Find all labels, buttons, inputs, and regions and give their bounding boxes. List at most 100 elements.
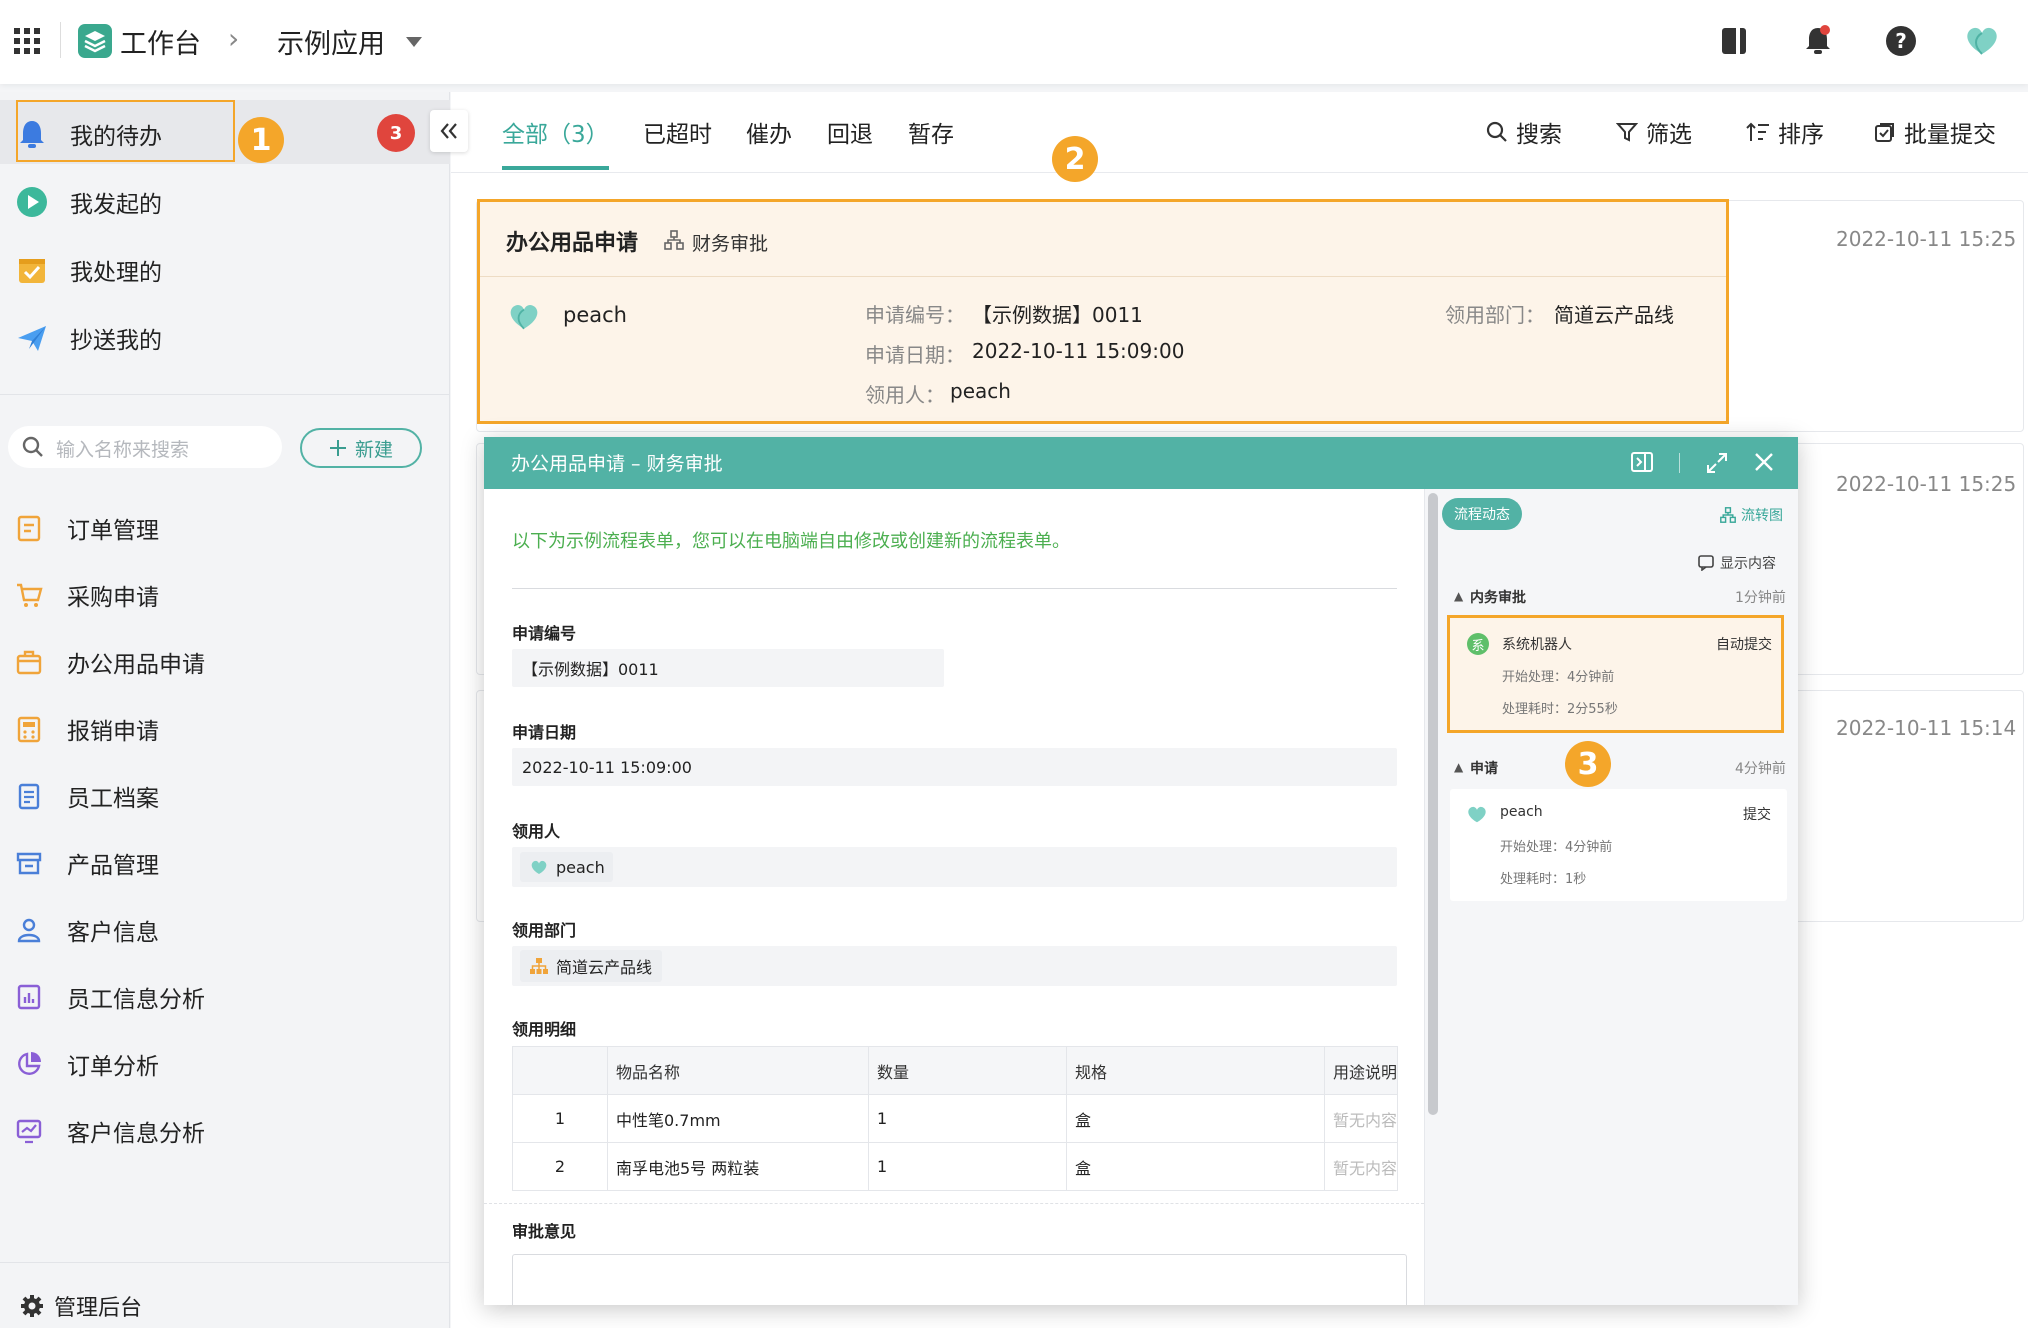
document-icon [15, 782, 43, 810]
field-label: 领用人 [512, 822, 561, 841]
table-header [512, 1046, 608, 1095]
form-notice: 以下为示例流程表单，您可以在电脑端自由修改或创建新的流程表单。 [512, 531, 1070, 552]
sidebar-app-reimbursement[interactable]: 报销申请 [0, 699, 450, 759]
highlighted-task-card[interactable]: 办公用品申请 财务审批 peach 申请编号： 【示例数据】0011 申请日期：… [477, 199, 1729, 424]
search-label: 搜索 [1516, 122, 1562, 148]
filter-button[interactable]: 筛选 [1616, 115, 1692, 149]
bar-chart-icon [15, 983, 43, 1011]
tab-active-indicator [502, 166, 609, 170]
book-icon[interactable] [1720, 26, 1748, 56]
workbench-link[interactable]: 工作台 [120, 22, 201, 61]
search-button[interactable]: 搜索 [1486, 115, 1562, 149]
sidebar-app-label: 订单管理 [67, 518, 159, 544]
sidebar-app-order-management[interactable]: 订单管理 [0, 498, 450, 558]
sidebar-app-product-management[interactable]: 产品管理 [0, 833, 450, 893]
divider [1679, 453, 1680, 473]
app-name[interactable]: 示例应用 [277, 22, 385, 61]
new-button[interactable]: 新建 [300, 428, 422, 468]
admin-link[interactable]: 管理后台 [20, 1290, 142, 1322]
tab-draft[interactable]: 暂存 [908, 115, 954, 149]
field-label: 审批意见 [512, 1222, 577, 1241]
flow-chart-link[interactable]: 流转图 [1720, 505, 1783, 525]
field-value: 2022-10-11 15:09:00 [972, 339, 1185, 363]
tab-overdue[interactable]: 已超时 [643, 115, 712, 149]
table-cell: 盒 [1066, 1094, 1325, 1143]
flow-step-card: peach 提交 开始处理：4分钟前 处理耗时：1秒 [1450, 789, 1787, 901]
sort-icon [1746, 121, 1770, 143]
flow-chart-icon [1720, 507, 1736, 523]
tab-returned[interactable]: 回退 [827, 115, 873, 149]
chevron-down-icon[interactable] [406, 37, 422, 47]
divider [0, 394, 450, 395]
field-label: 领用部门 [512, 921, 577, 940]
bell-icon[interactable] [1803, 24, 1833, 56]
divider [480, 276, 1726, 277]
caret-up-icon[interactable]: ▲ [1454, 589, 1463, 603]
user-avatar[interactable] [1960, 18, 2004, 62]
sidebar-item-initiated[interactable]: 我发起的 [0, 168, 450, 232]
sidebar-app-office-supplies[interactable]: 办公用品申请 [0, 632, 450, 692]
send-icon [16, 322, 48, 354]
sidebar-app-label: 员工档案 [67, 786, 159, 812]
flow-step-action: 自动提交 [1716, 637, 1772, 653]
sidebar-app-employee-analysis[interactable]: 员工信息分析 [0, 967, 450, 1027]
collapse-sidebar-button[interactable] [430, 110, 468, 152]
apps-grid-icon[interactable] [14, 28, 40, 54]
sidebar-item-cc[interactable]: 抄送我的 [0, 304, 450, 368]
field-value: peach [556, 857, 605, 877]
sort-button[interactable]: 排序 [1746, 115, 1824, 149]
receiver-field: peach [512, 847, 1397, 887]
sort-label: 排序 [1778, 122, 1824, 148]
flow-dynamics-tag[interactable]: 流程动态 [1442, 498, 1522, 530]
sidebar-app-order-analysis[interactable]: 订单分析 [0, 1034, 450, 1094]
admin-label: 管理后台 [54, 1296, 143, 1321]
sidebar-item-label: 我处理的 [70, 260, 162, 286]
store-icon [15, 849, 43, 877]
close-icon[interactable] [1754, 452, 1774, 472]
filter-icon [1616, 121, 1638, 143]
cart-icon [15, 581, 43, 609]
field-value: 简道云产品线 [1554, 303, 1674, 327]
dialog-title: 办公用品申请 – 财务审批 [511, 453, 723, 475]
sidebar-app-customer-analysis[interactable]: 客户信息分析 [0, 1101, 450, 1161]
sidebar-app-label: 产品管理 [67, 853, 159, 879]
double-chevron-left-icon [439, 122, 459, 140]
divider [451, 172, 2028, 173]
table-cell: 1 [512, 1094, 608, 1143]
batch-submit-button[interactable]: 批量提交 [1874, 115, 1996, 149]
caret-up-icon[interactable]: ▲ [1454, 760, 1463, 774]
table-cell: 暂无内容 [1324, 1094, 1398, 1143]
play-icon [16, 186, 48, 218]
field-label: 领用部门： [1445, 303, 1545, 327]
field-label: 领用明细 [512, 1020, 577, 1039]
highlight-box-1 [16, 100, 235, 162]
scrollbar-thumb[interactable] [1428, 493, 1438, 1115]
tab-urge[interactable]: 催办 [746, 115, 792, 149]
annotation-marker-2: 2 [1052, 136, 1098, 182]
search-input[interactable]: 输入名称来搜索 [8, 426, 282, 468]
table-header: 用途说明 [1324, 1046, 1398, 1095]
sidebar-item-handled[interactable]: 我处理的 [0, 236, 450, 300]
divider [512, 588, 1397, 589]
todo-count-badge: 3 [377, 114, 415, 152]
sidebar-item-label: 抄送我的 [70, 328, 162, 354]
field-value: 2022-10-11 15:09:00 [522, 757, 692, 777]
opinion-textarea[interactable] [512, 1254, 1407, 1305]
tab-all[interactable]: 全部（3） [502, 115, 609, 149]
expand-icon[interactable] [1706, 452, 1728, 474]
sidebar-app-label: 员工信息分析 [67, 987, 205, 1013]
sidebar-app-purchase[interactable]: 采购申请 [0, 565, 450, 625]
sidebar-app-customer-info[interactable]: 客户信息 [0, 900, 450, 960]
show-content-toggle[interactable]: 显示内容 [1698, 553, 1776, 573]
sidebar-app-label: 订单分析 [67, 1054, 159, 1080]
divider [60, 22, 61, 58]
split-view-icon[interactable] [1631, 452, 1653, 472]
sidebar-app-employee-files[interactable]: 员工档案 [0, 766, 450, 826]
date-field: 2022-10-11 15:09:00 [512, 748, 1397, 786]
card-date: 2022-10-11 15:14 [1836, 716, 2017, 740]
robot-avatar: 系 [1467, 633, 1489, 655]
sidebar-app-label: 客户信息分析 [67, 1121, 205, 1147]
help-icon[interactable]: ? [1886, 26, 1916, 56]
table-cell: 1 [868, 1094, 1067, 1143]
card-user: peach [563, 303, 627, 327]
